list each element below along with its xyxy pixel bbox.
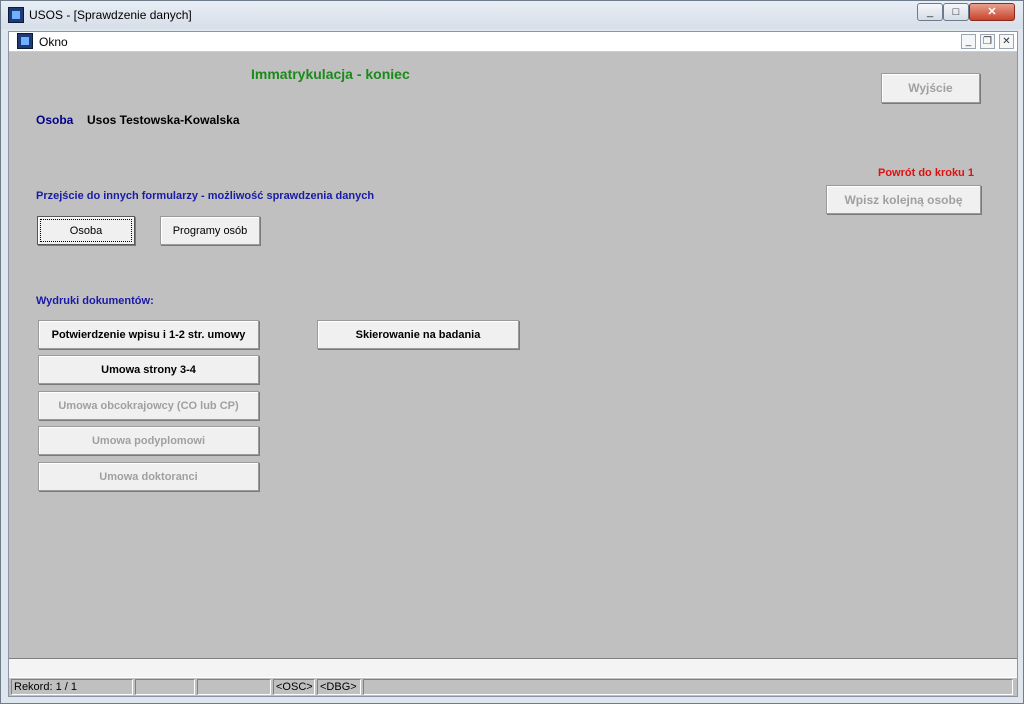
other-forms-section-label: Przejście do innych formularzy - możliwo… (36, 190, 375, 202)
programy-osob-button[interactable]: Programy osób (160, 216, 260, 245)
print-contract-pages-3-4-button[interactable]: Umowa strony 3-4 (38, 355, 259, 384)
status-cell-empty-1 (135, 679, 195, 695)
form-title: Immatrykulacja - koniec (251, 66, 410, 82)
status-cell-empty-3 (363, 679, 1013, 695)
exit-button[interactable]: Wyjście (881, 73, 980, 103)
osc-indicator: <OSC> (273, 679, 315, 695)
print-doctoral-contract-button[interactable]: Umowa doktoranci (38, 462, 259, 491)
window-titlebar[interactable]: USOS - [Sprawdzenie danych] _ □ ✕ (1, 1, 1023, 29)
person-label: Osoba (36, 113, 74, 127)
mdi-child-window: Okno _ ❐ ✕ Immatrykulacja - koniec Wyjśc… (8, 31, 1018, 697)
child-window-title: Okno (39, 35, 68, 49)
print-postgraduate-contract-button[interactable]: Umowa podyplomowi (38, 426, 259, 455)
status-cell-empty-2 (197, 679, 271, 695)
child-minimize-button[interactable]: _ (961, 34, 976, 49)
status-bar: Rekord: 1 / 1 <OSC> <DBG> (9, 678, 1017, 696)
dbg-indicator: <DBG> (317, 679, 361, 695)
print-confirmation-button[interactable]: Potwierdzenie wpisu i 1-2 str. umowy (38, 320, 259, 349)
maximize-button[interactable]: □ (943, 3, 969, 21)
usos-app-icon[interactable] (8, 7, 24, 23)
return-to-step-label: Powrót do kroku 1 (878, 167, 974, 179)
person-name-value: Usos Testowska-Kowalska (87, 113, 240, 127)
print-medical-referral-button[interactable]: Skierowanie na badania (317, 320, 519, 349)
next-person-button[interactable]: Wpisz kolejną osobę (826, 185, 981, 214)
window-title: USOS - [Sprawdzenie danych] (29, 8, 192, 22)
app-window: USOS - [Sprawdzenie danych] _ □ ✕ Okno _… (0, 0, 1024, 704)
minimize-button[interactable]: _ (917, 3, 943, 21)
child-close-button[interactable]: ✕ (999, 34, 1014, 49)
osoba-button[interactable]: Osoba (37, 216, 135, 245)
message-bar (9, 658, 1017, 678)
child-window-icon[interactable] (17, 33, 33, 49)
child-titlebar[interactable]: Okno _ ❐ ✕ (9, 32, 1017, 52)
record-counter: Rekord: 1 / 1 (11, 679, 133, 695)
document-prints-section-label: Wydruki dokumentów: (36, 295, 154, 307)
child-restore-button[interactable]: ❐ (980, 34, 995, 49)
close-button[interactable]: ✕ (969, 3, 1015, 21)
print-foreigner-contract-button[interactable]: Umowa obcokrajowcy (CO lub CP) (38, 391, 259, 420)
